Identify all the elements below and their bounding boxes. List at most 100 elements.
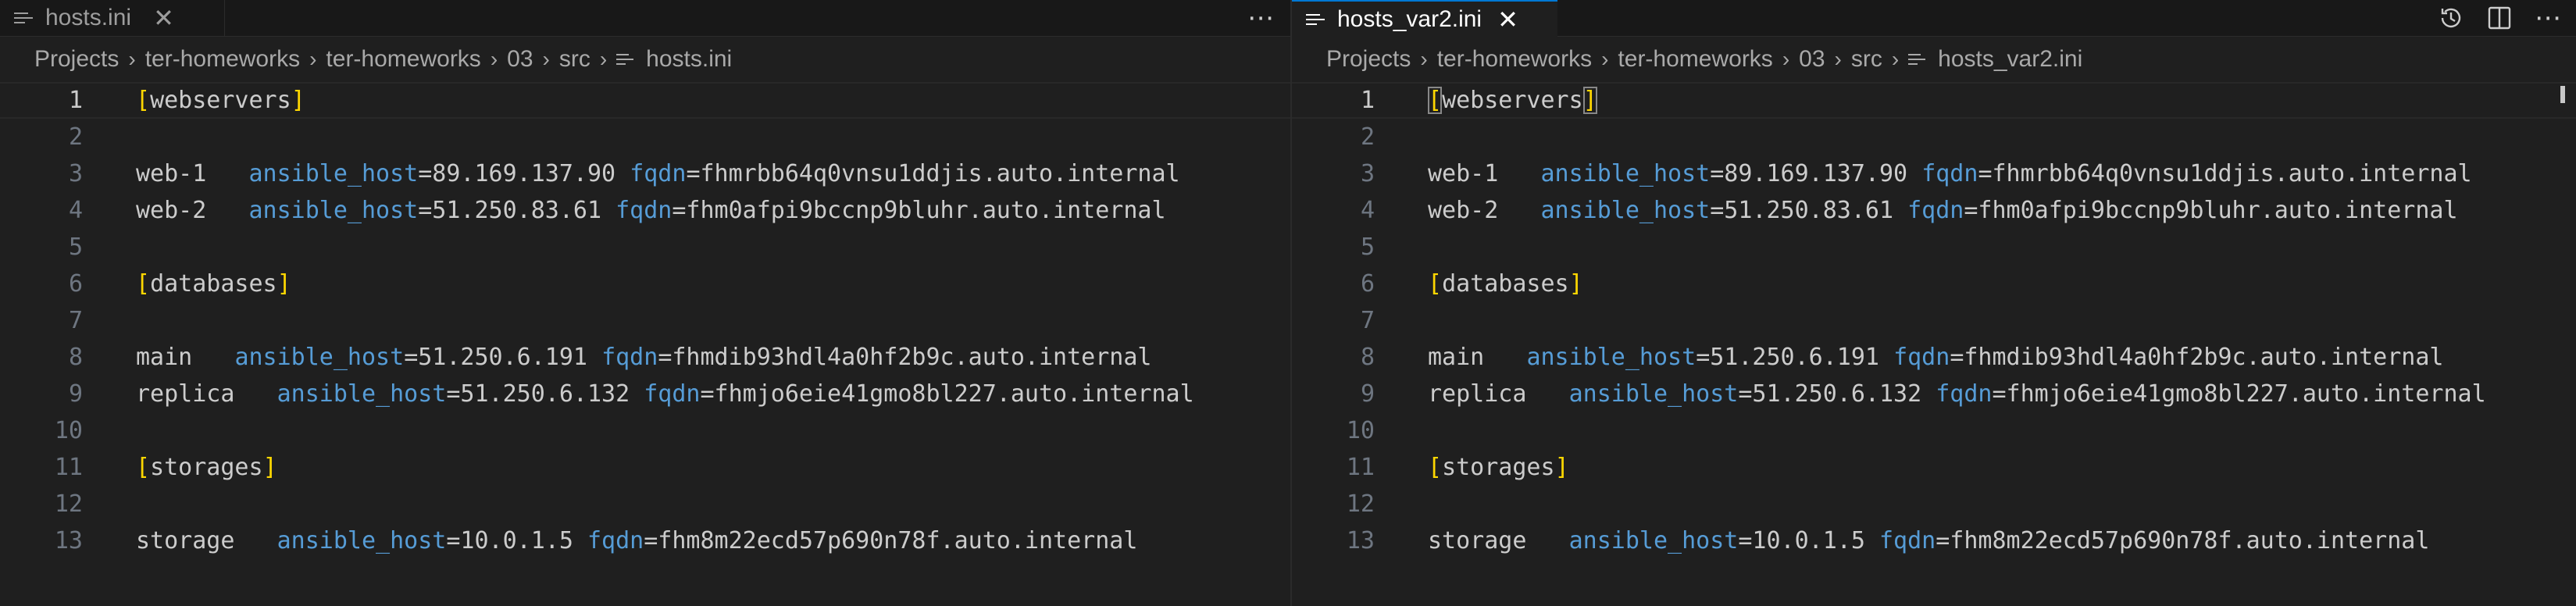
line-number: 12 bbox=[1346, 490, 1375, 518]
breadcrumb-item[interactable]: ter-homeworks bbox=[1618, 46, 1772, 73]
tab-bar: hosts_var2.ini ✕ ⋯ bbox=[1292, 0, 2576, 37]
bracket: [ bbox=[1428, 87, 1443, 114]
code-line: 7 bbox=[1292, 302, 2576, 339]
chevron-right-icon: › bbox=[1420, 47, 1428, 71]
value: =fhm0afpi9bccnp9bluhr.auto.internal bbox=[1964, 197, 2458, 224]
breadcrumb-item[interactable]: Projects bbox=[34, 46, 119, 73]
line-number: 8 bbox=[1360, 344, 1375, 371]
code-editor[interactable]: 1 [webservers] 2 3 web-1 ansible_host=89.1… bbox=[0, 82, 1290, 606]
value: =10.0.1.5 bbox=[1738, 527, 1879, 554]
chevron-right-icon: › bbox=[599, 47, 608, 71]
breadcrumb-item[interactable]: ter-homeworks bbox=[145, 46, 300, 73]
code-line: 8 main ansible_host=51.250.6.191 fqdn=fhm… bbox=[0, 339, 1290, 376]
host-name: replica bbox=[136, 380, 235, 408]
value: =fhm0afpi9bccnp9bluhr.auto.internal bbox=[672, 197, 1166, 224]
editor-group-left: hosts.ini ✕ ⋯ Projects › ter-homeworks ›… bbox=[0, 0, 1290, 606]
tab-hosts-ini[interactable]: hosts.ini ✕ bbox=[0, 0, 225, 36]
code-line: 13 storage ansible_host=10.0.1.5 fqdn=fhm… bbox=[1292, 522, 2576, 559]
line-number: 5 bbox=[68, 233, 83, 261]
more-actions-icon[interactable]: ⋯ bbox=[1247, 2, 1275, 34]
bracket: ] bbox=[1568, 270, 1583, 298]
key: fqdn bbox=[615, 197, 673, 224]
spacing bbox=[1498, 197, 1540, 224]
key: fqdn bbox=[1936, 380, 1993, 408]
code-line: 12 bbox=[1292, 486, 2576, 522]
host-name: web-2 bbox=[1428, 197, 1499, 224]
key: ansible_host bbox=[1568, 527, 1739, 554]
breadcrumb-item[interactable]: ter-homeworks bbox=[1437, 46, 1592, 73]
breadcrumb-item[interactable]: src bbox=[1851, 46, 1882, 73]
code-line: 9 replica ansible_host=51.250.6.132 fqdn=… bbox=[1292, 376, 2576, 412]
key: fqdn bbox=[1879, 527, 1936, 554]
key: ansible_host bbox=[248, 197, 419, 224]
key: ansible_host bbox=[277, 380, 447, 408]
value: =fhmjo6eie41gmo8bl227.auto.internal bbox=[1992, 380, 2486, 408]
code-line: 2 bbox=[0, 119, 1290, 155]
key: ansible_host bbox=[277, 527, 447, 554]
line-number: 7 bbox=[1360, 307, 1375, 334]
code-line: 6 [databases] bbox=[0, 266, 1290, 302]
key: ansible_host bbox=[1526, 344, 1697, 371]
code-line: 3 web-1 ansible_host=89.169.137.90 fqdn=f… bbox=[0, 155, 1290, 192]
host-name: main bbox=[1428, 344, 1485, 371]
chevron-right-icon: › bbox=[490, 47, 498, 71]
file-lines-icon bbox=[1306, 9, 1326, 30]
breadcrumb-item[interactable]: 03 bbox=[1799, 46, 1825, 73]
file-lines-icon bbox=[14, 8, 34, 28]
breadcrumb-item[interactable]: 03 bbox=[507, 46, 533, 73]
split-editor-icon[interactable] bbox=[2485, 4, 2514, 32]
value: =51.250.6.132 bbox=[1738, 380, 1936, 408]
breadcrumb-item[interactable]: src bbox=[559, 46, 590, 73]
host-name: storage bbox=[1428, 527, 1527, 554]
line-number: 12 bbox=[54, 490, 83, 518]
breadcrumb-item[interactable]: Projects bbox=[1326, 46, 1411, 73]
line-number: 11 bbox=[1346, 454, 1375, 481]
bracket: [ bbox=[1428, 270, 1443, 298]
line-number: 10 bbox=[1346, 417, 1375, 444]
code-line: 4 web-2 ansible_host=51.250.83.61 fqdn=fh… bbox=[0, 192, 1290, 229]
tab-hosts-var2-ini[interactable]: hosts_var2.ini ✕ bbox=[1292, 0, 1557, 37]
more-actions-icon[interactable]: ⋯ bbox=[2534, 2, 2562, 34]
host-name: web-1 bbox=[1428, 160, 1499, 187]
value: =fhmdib93hdl4a0hf2b9c.auto.internal bbox=[658, 344, 1152, 371]
breadcrumb-item[interactable]: ter-homeworks bbox=[326, 46, 480, 73]
key: ansible_host bbox=[1540, 197, 1711, 224]
line-number: 9 bbox=[1360, 380, 1375, 408]
code-line: 4 web-2 ansible_host=51.250.83.61 fqdn=fh… bbox=[1292, 192, 2576, 229]
section-name: databases bbox=[150, 270, 277, 298]
value: =fhm8m22ecd57p690n78f.auto.internal bbox=[644, 527, 1138, 554]
spacing bbox=[234, 527, 277, 554]
tab-bar: hosts.ini ✕ ⋯ bbox=[0, 0, 1290, 37]
line-number: 7 bbox=[68, 307, 83, 334]
close-icon[interactable]: ✕ bbox=[1497, 7, 1518, 32]
value: =fhmjo6eie41gmo8bl227.auto.internal bbox=[700, 380, 1194, 408]
code-line: 12 bbox=[0, 486, 1290, 522]
line-number: 6 bbox=[1360, 270, 1375, 298]
spacing bbox=[1498, 160, 1540, 187]
spacing bbox=[206, 197, 248, 224]
key: fqdn bbox=[601, 344, 658, 371]
open-changes-icon[interactable] bbox=[2437, 4, 2465, 32]
line-number: 2 bbox=[68, 123, 83, 151]
chevron-right-icon: › bbox=[542, 47, 550, 71]
value: =51.250.83.61 bbox=[418, 197, 616, 224]
line-number: 1 bbox=[68, 87, 83, 114]
file-lines-icon bbox=[616, 50, 635, 69]
breadcrumb: Projects › ter-homeworks › ter-homeworks… bbox=[1292, 37, 2576, 82]
code-editor[interactable]: 1 [webservers] 2 3 web-1 ansible_host=89.1… bbox=[1292, 82, 2576, 606]
section-name: storages bbox=[1442, 454, 1555, 481]
breadcrumb-file[interactable]: hosts_var2.ini bbox=[1938, 46, 2082, 73]
close-icon[interactable]: ✕ bbox=[153, 5, 174, 30]
host-name: main bbox=[136, 344, 193, 371]
line-number: 8 bbox=[68, 344, 83, 371]
line-number: 2 bbox=[1360, 123, 1375, 151]
editor-actions: ⋯ bbox=[2437, 0, 2562, 36]
breadcrumb-file[interactable]: hosts.ini bbox=[646, 46, 732, 73]
value: =51.250.6.132 bbox=[446, 380, 644, 408]
bracket: ] bbox=[277, 270, 291, 298]
value: =89.169.137.90 bbox=[418, 160, 630, 187]
value: =89.169.137.90 bbox=[1710, 160, 1922, 187]
key: fqdn bbox=[1921, 160, 1978, 187]
spacing bbox=[206, 160, 248, 187]
code-line: 9 replica ansible_host=51.250.6.132 fqdn=… bbox=[0, 376, 1290, 412]
